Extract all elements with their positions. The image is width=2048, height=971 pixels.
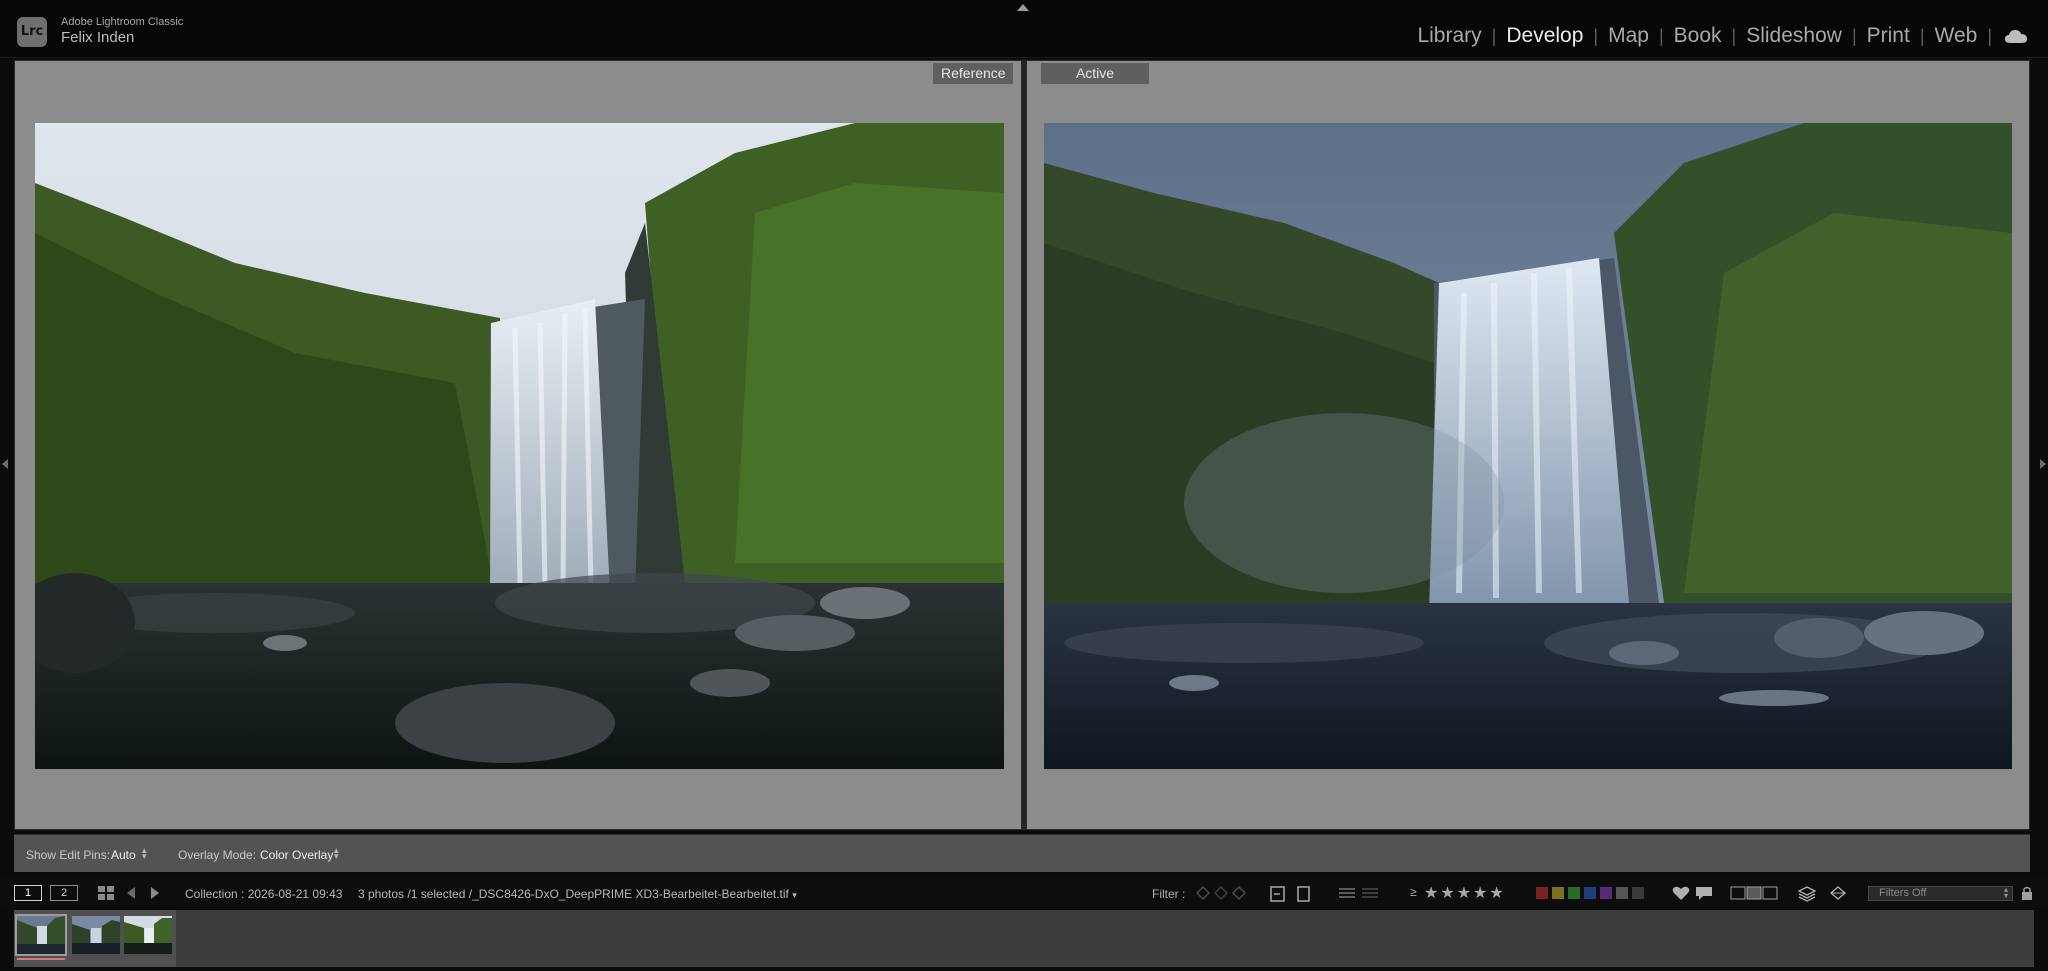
- green-label-swatch[interactable]: [1568, 887, 1580, 899]
- blue-label-swatch[interactable]: [1584, 887, 1596, 899]
- edit-pins-label: Show Edit Pins:: [26, 848, 111, 862]
- thumbnail-image: [124, 916, 172, 954]
- secondary-screen-button[interactable]: 2: [50, 885, 78, 901]
- module-picker: Library | Develop | Map | Book | Slidesh…: [1407, 24, 2028, 48]
- chevron-down-icon: ▾: [792, 890, 797, 900]
- module-slideshow[interactable]: Slideshow: [1736, 24, 1852, 48]
- color-label-filter[interactable]: [1536, 887, 1644, 899]
- module-web[interactable]: Web: [1925, 24, 1988, 48]
- reference-label: Reference: [933, 63, 1013, 84]
- updown-icon: ▴ ▾: [2003, 885, 2008, 900]
- selected-marker: [17, 958, 65, 960]
- collapse-left-panel-icon[interactable]: [2, 459, 8, 469]
- rating-operator[interactable]: ≥: [1410, 885, 1417, 899]
- cloud-icon[interactable]: [2004, 28, 2028, 44]
- heart-icon[interactable]: [1672, 886, 1690, 901]
- module-separator: |: [1987, 25, 1992, 46]
- thumbnail-image: [72, 916, 120, 954]
- arrow-left-icon[interactable]: [124, 886, 138, 900]
- thumbnail-image: [17, 916, 65, 954]
- reference-photo[interactable]: [35, 123, 1004, 769]
- module-book[interactable]: Book: [1664, 24, 1732, 48]
- lightroom-window: Lrc Adobe Lightroom Classic Felix Inden …: [0, 0, 2048, 971]
- reference-view: Reference Active: [14, 60, 2030, 830]
- product-name: Adobe Lightroom Classic: [61, 16, 184, 28]
- grid-icon[interactable]: [98, 886, 114, 900]
- waterfall-image-active: [1044, 123, 2012, 769]
- flag-filter-icons[interactable]: [1196, 886, 1248, 900]
- filmstrip-header: 1 2 Collection : 2026-08-21 09:43 3 phot…: [0, 878, 2048, 908]
- yellow-label-swatch[interactable]: [1552, 887, 1564, 899]
- sync-diamond-icon[interactable]: [1830, 886, 1846, 900]
- star-rating-filter-icon[interactable]: ★★★★★: [1424, 883, 1506, 903]
- purple-label-swatch[interactable]: [1600, 887, 1612, 899]
- red-label-swatch[interactable]: [1536, 887, 1548, 899]
- top-bar: Lrc Adobe Lightroom Classic Felix Inden …: [0, 0, 2048, 58]
- filters-value: Filters Off: [1879, 887, 1927, 899]
- collapse-top-panel-icon[interactable]: [1017, 4, 1029, 11]
- lock-icon[interactable]: [2021, 886, 2033, 901]
- active-pane[interactable]: Active: [1026, 60, 2030, 830]
- no-label-swatch[interactable]: [1632, 887, 1644, 899]
- active-label: Active: [1041, 63, 1149, 84]
- filmstrip-thumbnail[interactable]: [124, 916, 172, 954]
- selection-info[interactable]: 3 photos /1 selected /_DSC8426-DxO_DeepP…: [358, 887, 797, 901]
- filters-preset-select[interactable]: Filters Off ▴ ▾: [1868, 886, 2013, 901]
- adjustments-filter-icons[interactable]: [1338, 886, 1380, 900]
- lrc-logo: Lrc: [17, 17, 47, 47]
- reference-pane[interactable]: Reference: [14, 60, 1022, 830]
- selection-text: 3 photos /1 selected /_DSC8426-DxO_DeepP…: [358, 887, 789, 901]
- develop-toolbar: Show Edit Pins: Auto ▴ ▾ Overlay Mode: Co…: [14, 834, 2030, 872]
- module-print[interactable]: Print: [1857, 24, 1920, 48]
- comment-icon[interactable]: [1695, 886, 1713, 901]
- filter-label: Filter :: [1152, 887, 1186, 901]
- overlay-mode-label: Overlay Mode:: [178, 848, 257, 862]
- custom-label-swatch[interactable]: [1616, 887, 1628, 899]
- active-photo[interactable]: [1044, 123, 2012, 769]
- edit-status-filter-icons[interactable]: [1270, 886, 1316, 902]
- collapse-right-panel-icon[interactable]: [2040, 459, 2046, 469]
- edit-pins-updown-icon[interactable]: ▴ ▾: [142, 846, 147, 861]
- display-mode-icons[interactable]: [1730, 886, 1780, 900]
- filmstrip-thumbnail[interactable]: [72, 916, 120, 954]
- waterfall-image-reference: [35, 123, 1004, 769]
- filmstrip-thumbnail[interactable]: [15, 914, 67, 956]
- module-library[interactable]: Library: [1407, 24, 1491, 48]
- filmstrip-thumbnails: [14, 910, 176, 967]
- arrow-right-icon[interactable]: [148, 886, 162, 900]
- module-develop[interactable]: Develop: [1496, 24, 1593, 48]
- collection-source[interactable]: Collection : 2026-08-21 09:43: [185, 887, 342, 901]
- edit-pins-select[interactable]: Auto: [111, 848, 136, 862]
- module-map[interactable]: Map: [1598, 24, 1659, 48]
- primary-screen-button[interactable]: 1: [14, 885, 42, 901]
- user-name[interactable]: Felix Inden: [61, 29, 134, 46]
- overlay-mode-updown-icon[interactable]: ▴ ▾: [334, 846, 339, 861]
- filmstrip: [14, 910, 2034, 967]
- overlay-mode-select[interactable]: Color Overlay: [260, 848, 333, 862]
- layers-icon[interactable]: [1798, 886, 1816, 902]
